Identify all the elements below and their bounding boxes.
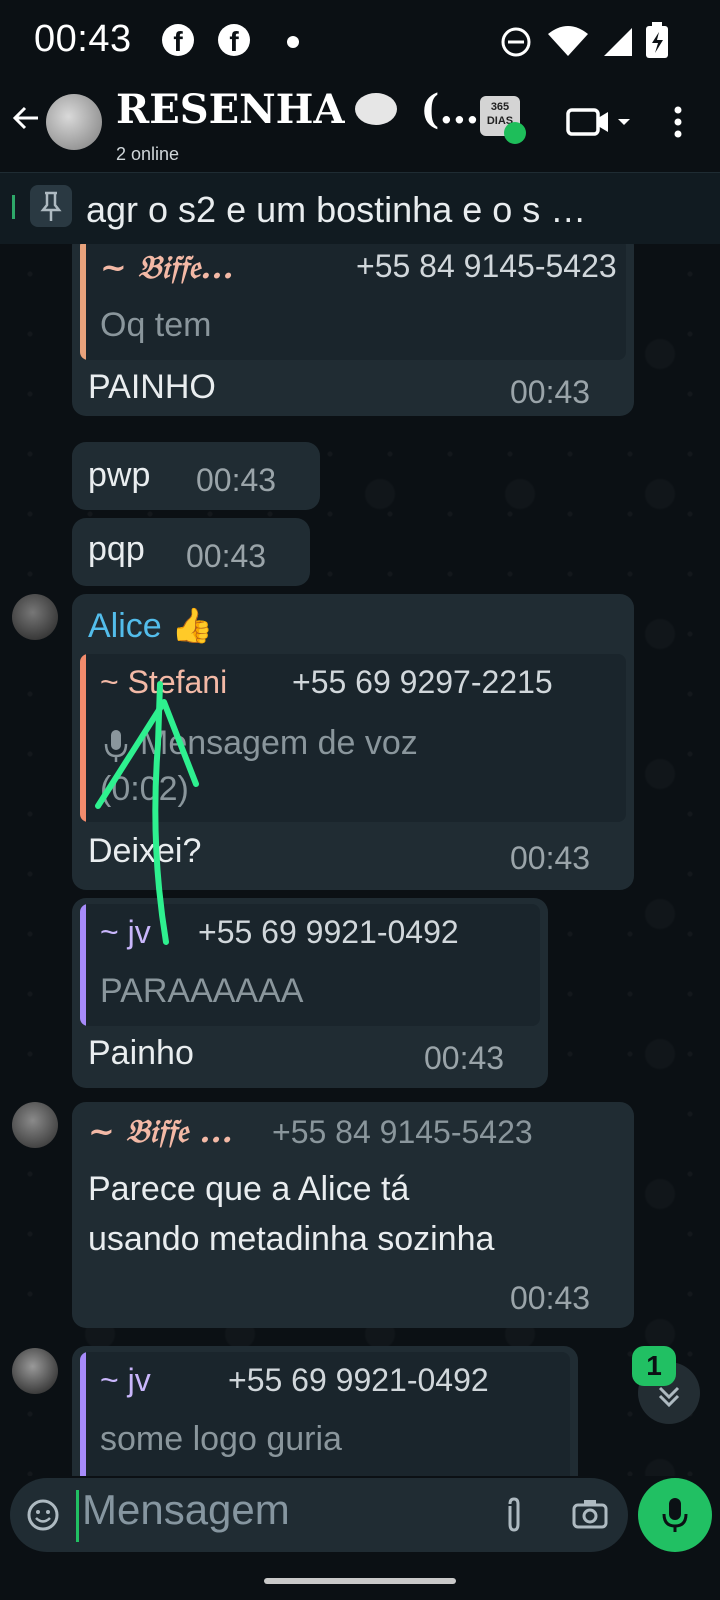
annotation-arrows xyxy=(95,681,199,945)
verified-check-icon xyxy=(504,122,526,144)
chat-header: RESENHA (… 2 online 365 DIAS xyxy=(0,86,720,168)
voice-message-button[interactable] xyxy=(638,1478,712,1552)
pinned-text: agr o s2 e um bostinha e o s … xyxy=(86,189,587,230)
system-status-icons xyxy=(501,22,668,58)
group-title[interactable]: RESENHA (… xyxy=(116,86,479,133)
online-status: 2 online xyxy=(116,144,180,164)
message-input-bar[interactable]: Mensagem xyxy=(10,1478,628,1552)
attach-icon[interactable] xyxy=(502,1496,526,1534)
pin-icon xyxy=(30,185,72,227)
notification-dot-icon xyxy=(287,36,299,48)
more-options-icon[interactable] xyxy=(670,104,686,140)
speech-bubble-icon xyxy=(354,93,397,125)
chat-area[interactable]: ~ 𝔅𝔦𝔣𝔣𝔢... +55 84 9145-5423 Oq tem PAINH… xyxy=(0,244,720,1476)
microphone-icon xyxy=(662,1498,688,1532)
unread-count-badge: 1 xyxy=(632,1346,676,1386)
pinned-message-bar[interactable]: agr o s2 e um bostinha e o s … xyxy=(0,172,720,245)
status-bar: 00:43 f f xyxy=(0,0,720,86)
video-call-icon[interactable] xyxy=(566,104,636,140)
facebook-notification-icon: f xyxy=(218,24,250,56)
back-arrow-icon[interactable] xyxy=(10,102,42,134)
group-avatar[interactable] xyxy=(46,94,102,150)
gesture-nav-bar[interactable] xyxy=(264,1578,456,1584)
text-cursor xyxy=(76,1490,79,1542)
emoji-icon[interactable] xyxy=(26,1498,60,1532)
pinned-indicator xyxy=(12,195,15,219)
facebook-notification-icon: f xyxy=(162,24,194,56)
message-input[interactable]: Mensagem xyxy=(82,1486,290,1534)
camera-icon[interactable] xyxy=(572,1498,608,1530)
status-time: 00:43 xyxy=(34,18,132,60)
